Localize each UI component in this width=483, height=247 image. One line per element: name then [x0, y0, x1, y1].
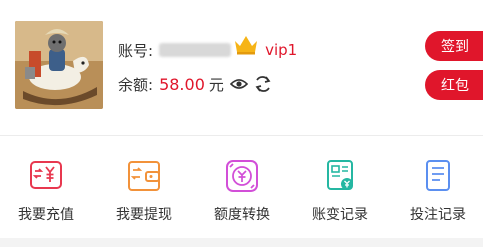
withdraw-icon [128, 161, 160, 191]
avatar[interactable] [15, 21, 103, 109]
menu-label: 我要提现 [116, 207, 172, 223]
vip-level: vip1 [265, 41, 298, 59]
balance-row: 余额: 58.00 元 [118, 72, 272, 96]
menu-item-transfer[interactable]: 额度转换 [197, 156, 287, 226]
account-record-icon [327, 160, 353, 190]
menu-label: 额度转换 [214, 207, 270, 223]
refresh-icon[interactable] [254, 75, 272, 93]
masked-account-id [159, 43, 232, 57]
account-row: 账号: vip1 [118, 36, 298, 62]
menu-item-withdraw[interactable]: 我要提现 [99, 156, 189, 226]
menu-item-recharge[interactable]: 我要充值 [1, 156, 91, 226]
avatar-illustration [15, 21, 103, 109]
crown-icon [233, 33, 259, 59]
balance-amount: 58.00 [159, 74, 205, 94]
account-label: 账号: [118, 41, 154, 60]
menu-label: 账变记录 [312, 207, 368, 223]
balance-label: 余额: [118, 75, 154, 94]
bet-record-icon [426, 160, 450, 191]
menu-item-bet-record[interactable]: 投注记录 [393, 156, 483, 226]
sign-in-button[interactable]: 签到 [425, 31, 483, 61]
recharge-icon [30, 161, 62, 189]
section-separator [0, 238, 483, 247]
divider [0, 135, 483, 136]
transfer-icon [226, 160, 258, 192]
balance-unit: 元 [208, 75, 224, 94]
quick-menu: 我要充值 我要提现 额度转换 账变记录 投注记录 [0, 156, 483, 226]
menu-label: 我要充值 [18, 207, 74, 223]
menu-label: 投注记录 [410, 207, 466, 223]
eye-icon[interactable] [229, 77, 248, 91]
red-packet-button[interactable]: 红包 [425, 70, 483, 100]
menu-item-account-record[interactable]: 账变记录 [295, 156, 385, 226]
